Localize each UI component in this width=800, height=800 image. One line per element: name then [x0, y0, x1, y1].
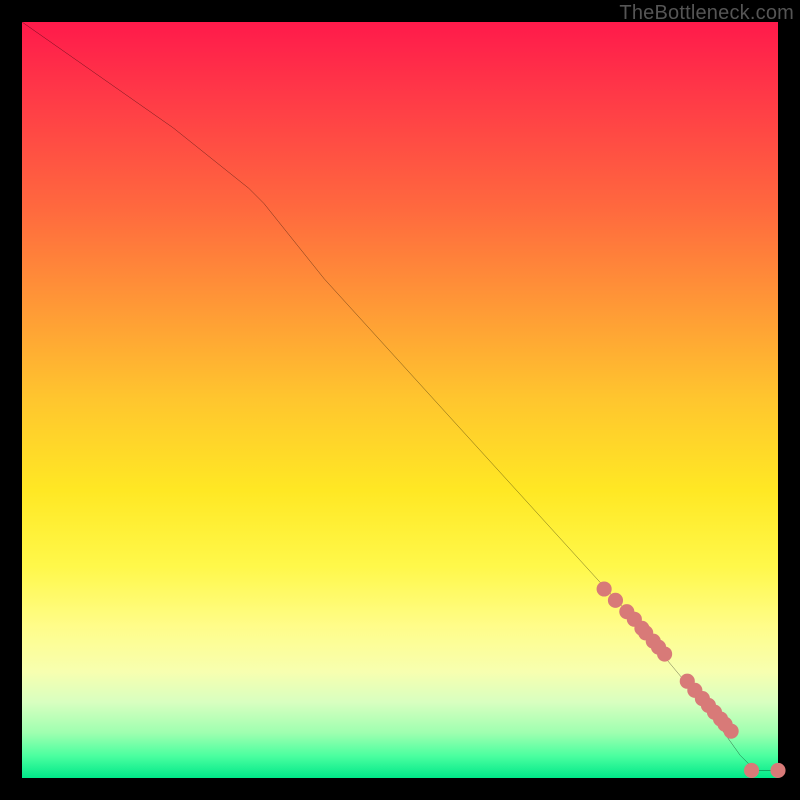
attribution-label: TheBottleneck.com — [619, 2, 794, 25]
data-point — [724, 724, 739, 739]
chart-overlay — [22, 22, 778, 778]
chart-frame: TheBottleneck.com — [0, 0, 800, 800]
data-point — [744, 763, 759, 778]
data-point — [657, 646, 672, 661]
data-point — [597, 581, 612, 596]
data-point — [770, 763, 785, 778]
data-markers — [597, 581, 786, 778]
data-point — [608, 593, 623, 608]
